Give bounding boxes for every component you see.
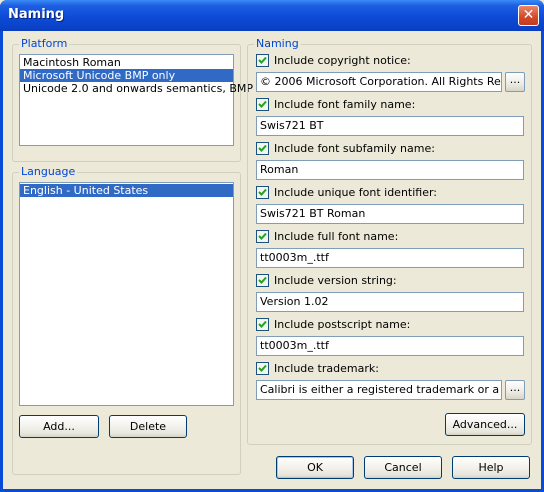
checkmark-icon	[258, 144, 267, 152]
include-full-font-name-label[interactable]: Include full font name:	[274, 230, 398, 243]
advanced-button[interactable]: Advanced...	[445, 413, 525, 436]
close-button[interactable]: ✕	[518, 5, 539, 26]
full-font-name-input[interactable]: tt0003m_.ttf	[256, 248, 524, 268]
include-unique-id-checkbox[interactable]	[256, 186, 269, 199]
naming-dialog: Naming ✕ Platform Macintosh Roman Micros…	[0, 0, 544, 492]
postscript-name-input[interactable]: tt0003m_.ttf	[256, 336, 524, 356]
language-list[interactable]: English - United States	[19, 182, 234, 406]
window-title: Naming	[8, 7, 65, 22]
add-button[interactable]: Add...	[19, 415, 99, 438]
include-trademark-label[interactable]: Include trademark:	[274, 362, 379, 375]
cancel-button-label: Cancel	[384, 461, 422, 474]
checkmark-icon	[258, 100, 267, 108]
include-font-subfamily-checkbox[interactable]	[256, 142, 269, 155]
trademark-browse-button[interactable]: ...	[505, 380, 525, 400]
platform-item-label: Microsoft Unicode BMP only	[23, 69, 176, 82]
add-button-label: Add...	[43, 420, 75, 433]
platform-list-item-unicode-2[interactable]: Unicode 2.0 and onwards semantics, BMP	[20, 82, 253, 95]
trademark-input[interactable]: Calibri is either a registered trademark…	[256, 380, 502, 400]
unique-id-input[interactable]: Swis721 BT Roman	[256, 204, 524, 224]
platform-group-label: Platform	[19, 37, 70, 50]
platform-list-item-microsoft-unicode-bmp[interactable]: Microsoft Unicode BMP only	[20, 69, 233, 82]
ok-button[interactable]: OK	[276, 456, 354, 479]
checkmark-icon	[258, 364, 267, 372]
dialog-body: Platform Macintosh Roman Microsoft Unico…	[3, 31, 541, 489]
naming-group: Naming Include copyright notice: © 2006 M…	[247, 37, 532, 445]
delete-button-label: Delete	[129, 420, 167, 433]
checkmark-icon	[258, 320, 267, 328]
title-bar[interactable]: Naming ✕	[0, 0, 544, 31]
include-trademark-checkbox[interactable]	[256, 362, 269, 375]
include-version-label[interactable]: Include version string:	[274, 274, 397, 287]
platform-group: Platform Macintosh Roman Microsoft Unico…	[12, 37, 253, 162]
platform-list[interactable]: Macintosh Roman Microsoft Unicode BMP on…	[19, 54, 253, 146]
copyright-input[interactable]: © 2006 Microsoft Corporation. All Rights…	[256, 72, 502, 92]
font-family-input[interactable]: Swis721 BT	[256, 116, 524, 136]
include-unique-id-label[interactable]: Include unique font identifier:	[274, 186, 437, 199]
copyright-browse-button[interactable]: ...	[505, 72, 525, 92]
platform-list-item-macintosh-roman[interactable]: Macintosh Roman	[20, 56, 233, 69]
help-button-label: Help	[478, 461, 504, 474]
close-icon: ✕	[522, 7, 535, 23]
ok-button-label: OK	[307, 461, 323, 474]
version-input[interactable]: Version 1.02	[256, 292, 524, 312]
language-group: Language English - United States Add... …	[12, 165, 241, 475]
cancel-button[interactable]: Cancel	[364, 456, 442, 479]
language-group-label: Language	[19, 165, 78, 178]
checkmark-icon	[258, 232, 267, 240]
advanced-button-label: Advanced...	[452, 418, 518, 431]
checkmark-icon	[258, 56, 267, 64]
include-font-subfamily-label[interactable]: Include font subfamily name:	[274, 142, 435, 155]
platform-item-label: Unicode 2.0 and onwards semantics, BMP	[23, 82, 254, 95]
include-copyright-label[interactable]: Include copyright notice:	[274, 54, 411, 67]
platform-item-label: Macintosh Roman	[23, 56, 121, 69]
help-button[interactable]: Help	[452, 456, 530, 479]
include-font-family-label[interactable]: Include font family name:	[274, 98, 415, 111]
include-version-checkbox[interactable]	[256, 274, 269, 287]
checkmark-icon	[258, 276, 267, 284]
language-list-item-english-us[interactable]: English - United States	[20, 184, 233, 197]
include-full-font-name-checkbox[interactable]	[256, 230, 269, 243]
include-font-family-checkbox[interactable]	[256, 98, 269, 111]
font-subfamily-input[interactable]: Roman	[256, 160, 524, 180]
checkmark-icon	[258, 188, 267, 196]
naming-group-label: Naming	[254, 37, 301, 50]
include-copyright-checkbox[interactable]	[256, 54, 269, 67]
include-postscript-name-checkbox[interactable]	[256, 318, 269, 331]
include-postscript-name-label[interactable]: Include postscript name:	[274, 318, 410, 331]
language-item-label: English - United States	[23, 184, 149, 197]
delete-button[interactable]: Delete	[109, 415, 187, 438]
